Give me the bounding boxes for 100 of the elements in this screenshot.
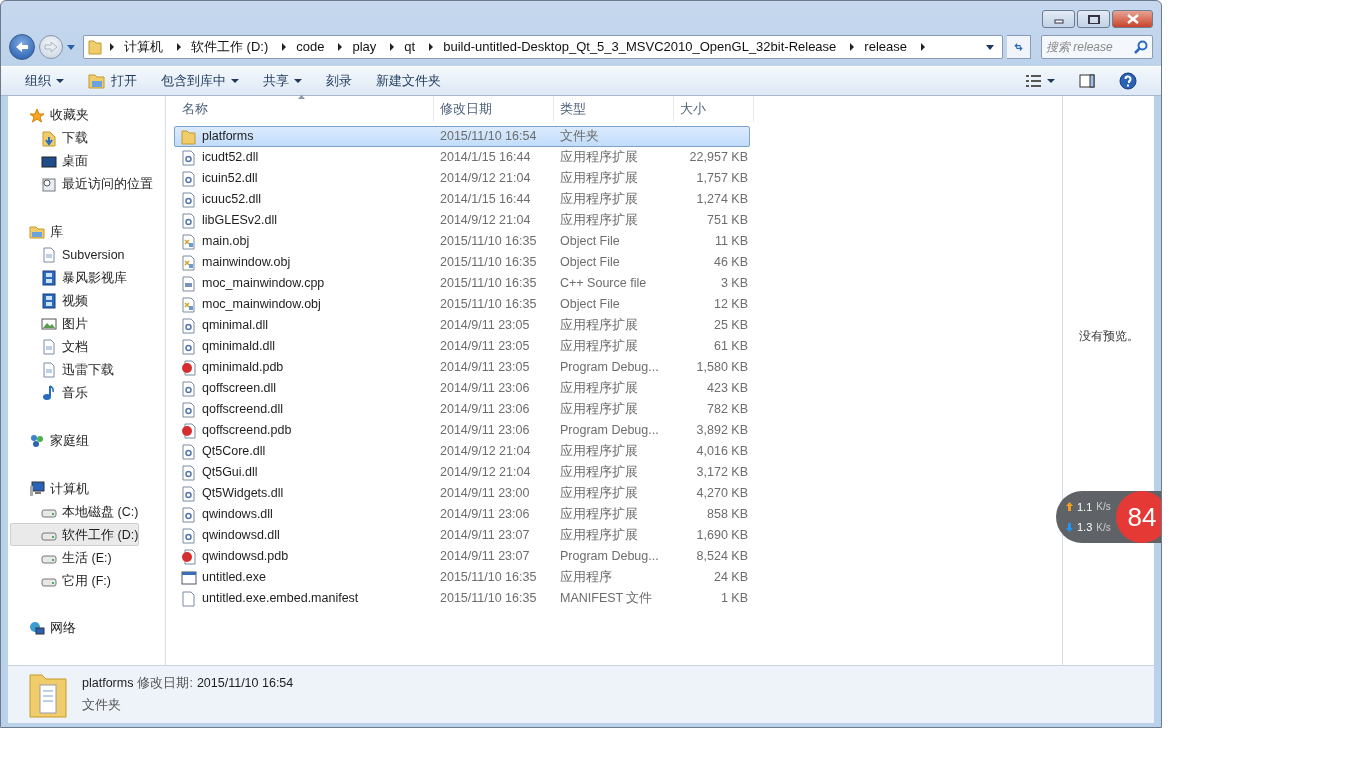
navigation-item[interactable]: 本地磁盘 (C:): [10, 500, 140, 524]
gear-document-icon: [181, 317, 197, 334]
file-row[interactable]: icudt52.dll 2014/1/15 16:44 应用程序扩展 22,957 KB: [174, 147, 750, 168]
breadcrumb[interactable]: 计算机: [118, 37, 169, 57]
file-row[interactable]: Qt5Gui.dll 2014/9/12 21:04 应用程序扩展 3,172 KB: [174, 462, 750, 483]
file-type: 应用程序扩展: [560, 213, 638, 228]
file-row[interactable]: Qt5Core.dll 2014/9/12 21:04 应用程序扩展 4,016 KB: [174, 441, 750, 462]
library-folder-icon: [29, 224, 45, 241]
breadcrumb[interactable]: release: [858, 37, 913, 57]
navigation-item[interactable]: 视频: [10, 289, 128, 313]
toolbar-button[interactable]: 共享: [253, 68, 312, 94]
breadcrumb[interactable]: 软件工作 (D:): [185, 37, 275, 57]
file-row[interactable]: qoffscreend.pdb 2014/9/11 23:06 Program Debug... 3,892 KB: [174, 420, 750, 441]
file-type: 应用程序扩展: [560, 381, 638, 396]
navigation-item[interactable]: 音乐: [10, 381, 128, 405]
file-row[interactable]: qoffscreen.dll 2014/9/11 23:06 应用程序扩展 423 KB: [174, 378, 750, 399]
file-row[interactable]: mainwindow.obj 2015/11/10 16:35 Object File 46 KB: [174, 252, 750, 273]
breadcrumb-separator-icon[interactable]: [429, 43, 434, 51]
maximize-icon: [1086, 14, 1101, 24]
file-row[interactable]: icuuc52.dll 2014/1/15 16:44 应用程序扩展 1,274 KB: [174, 189, 750, 210]
file-size: 782 KB: [707, 402, 748, 417]
navigation-item[interactable]: 它用 (F:): [10, 569, 140, 593]
file-row[interactable]: libGLESv2.dll 2014/9/12 21:04 应用程序扩展 751 KB: [174, 210, 750, 231]
file-size: 3,172 KB: [696, 465, 748, 480]
file-row[interactable]: qminimald.pdb 2014/9/11 23:05 Program Debug... 1,580 KB: [174, 357, 750, 378]
navigation-label: 桌面: [62, 153, 88, 171]
navigation-item[interactable]: Subversion: [10, 243, 128, 267]
file-row[interactable]: Qt5Widgets.dll 2014/9/11 23:00 应用程序扩展 4,270 KB: [174, 483, 750, 504]
breadcrumb-separator-icon[interactable]: [390, 43, 395, 51]
breadcrumb-separator-icon[interactable]: [920, 43, 925, 51]
file-row[interactable]: untitled.exe.embed.manifest 2015/11/10 16:35 MANIFEST 文件 1 KB: [174, 588, 750, 609]
navigation-item[interactable]: 迅雷下载: [10, 358, 128, 382]
close-button[interactable]: [1112, 10, 1153, 28]
breadcrumb-separator-icon[interactable]: [850, 43, 855, 51]
navigation-item[interactable]: 生活 (E:): [10, 546, 140, 570]
refresh-button[interactable]: [1007, 35, 1031, 59]
file-row[interactable]: qminimal.dll 2014/9/11 23:05 应用程序扩展 25 KB: [174, 315, 750, 336]
file-name: Qt5Widgets.dll: [202, 485, 284, 503]
breadcrumb[interactable]: qt: [398, 37, 422, 57]
navigation-item[interactable]: 计算机: [10, 477, 140, 501]
file-type: C++ Source file: [560, 276, 647, 291]
breadcrumb-separator-icon[interactable]: [110, 43, 114, 51]
navigation-item[interactable]: 最近访问的位置: [10, 173, 154, 196]
toolbar-button[interactable]: 打开: [78, 68, 147, 94]
column-header[interactable]: 类型: [554, 96, 674, 122]
navigation-item[interactable]: 网络: [10, 617, 77, 641]
file-row[interactable]: qminimald.dll 2014/9/11 23:05 应用程序扩展 61 KB: [174, 336, 750, 357]
gear-document-icon: [181, 191, 197, 208]
breadcrumb[interactable]: play: [346, 37, 383, 57]
navigation-item[interactable]: 暴风影视库: [10, 266, 128, 290]
address-bar[interactable]: 计算机 软件工作 (D:) code play qt build-untitled-Desktop_Qt_5_3_MSVC2010_OpenGL_32bit-Release release: [83, 35, 1003, 59]
breadcrumb[interactable]: build-untitled-Desktop_Qt_5_3_MSVC2010_OpenGL_32bit-Release: [437, 37, 843, 57]
file-name: untitled.exe: [202, 569, 266, 587]
file-row[interactable]: qwindowsd.pdb 2014/9/11 23:07 Program Debug... 8,524 KB: [174, 546, 750, 567]
file-name: qoffscreend.pdb: [202, 422, 292, 440]
film-icon: [41, 270, 57, 287]
toolbar-button[interactable]: 包含到库中: [151, 68, 249, 94]
file-name: qoffscreend.dll: [202, 401, 284, 419]
column-header[interactable]: 名称: [176, 96, 434, 122]
file-type: Object File: [560, 255, 620, 270]
navigation-item[interactable]: 软件工作 (D:): [10, 523, 140, 547]
file-row[interactable]: qwindows.dll 2014/9/11 23:06 应用程序扩展 858 KB: [174, 504, 750, 525]
folder-icon: [88, 73, 106, 89]
navigation-item[interactable]: 桌面: [10, 150, 154, 173]
column-header[interactable]: 大小: [674, 96, 754, 122]
breadcrumb[interactable]: code: [290, 37, 331, 57]
file-name: qminimald.pdb: [202, 359, 284, 377]
file-size: 1,690 KB: [696, 528, 748, 543]
navigation-item[interactable]: 下载: [10, 127, 154, 150]
toolbar-button[interactable]: 新建文件夹: [366, 68, 451, 94]
file-row[interactable]: icuin52.dll 2014/9/12 21:04 应用程序扩展 1,757 KB: [174, 168, 750, 189]
breadcrumb-separator-icon[interactable]: [282, 43, 287, 51]
search-field[interactable]: 搜索 release: [1041, 35, 1153, 59]
file-type: 应用程序扩展: [560, 444, 638, 459]
file-row[interactable]: untitled.exe 2015/11/10 16:35 应用程序 24 KB: [174, 567, 750, 588]
breadcrumb-separator-icon[interactable]: [338, 43, 343, 51]
navigation-item[interactable]: 图片: [10, 312, 128, 336]
file-type: Program Debug...: [560, 549, 659, 564]
maximize-button[interactable]: [1077, 10, 1110, 28]
navigation-item[interactable]: 家庭组: [10, 429, 90, 453]
gear-document-icon: [181, 212, 197, 229]
file-row[interactable]: platforms 2015/11/10 16:54 文件夹: [174, 126, 750, 147]
file-size: 858 KB: [707, 507, 748, 522]
toolbar-button[interactable]: 刻录: [316, 68, 362, 94]
modified-date: 2015/11/10 16:35: [440, 297, 537, 312]
file-row[interactable]: moc_mainwindow.cpp 2015/11/10 16:35 C++ Source file 3 KB: [174, 273, 750, 294]
breadcrumb-separator-icon[interactable]: [177, 43, 181, 51]
navigation-item[interactable]: 库: [10, 220, 128, 244]
navigation-item[interactable]: 文档: [10, 335, 128, 359]
file-row[interactable]: moc_mainwindow.obj 2015/11/10 16:35 Object File 12 KB: [174, 294, 750, 315]
file-row[interactable]: main.obj 2015/11/10 16:35 Object File 11 KB: [174, 231, 750, 252]
column-header[interactable]: 修改日期: [434, 96, 554, 122]
file-size: 4,270 KB: [696, 486, 748, 501]
file-name: libGLESv2.dll: [202, 212, 278, 230]
navigation-label: 下载: [62, 130, 88, 148]
toolbar-button[interactable]: 组织: [15, 68, 74, 94]
back-button[interactable]: [9, 34, 35, 60]
navigation-item[interactable]: 收藏夹: [10, 104, 154, 127]
file-row[interactable]: qwindowsd.dll 2014/9/11 23:07 应用程序扩展 1,690 KB: [174, 525, 750, 546]
file-row[interactable]: qoffscreend.dll 2014/9/11 23:06 应用程序扩展 782 KB: [174, 399, 750, 420]
